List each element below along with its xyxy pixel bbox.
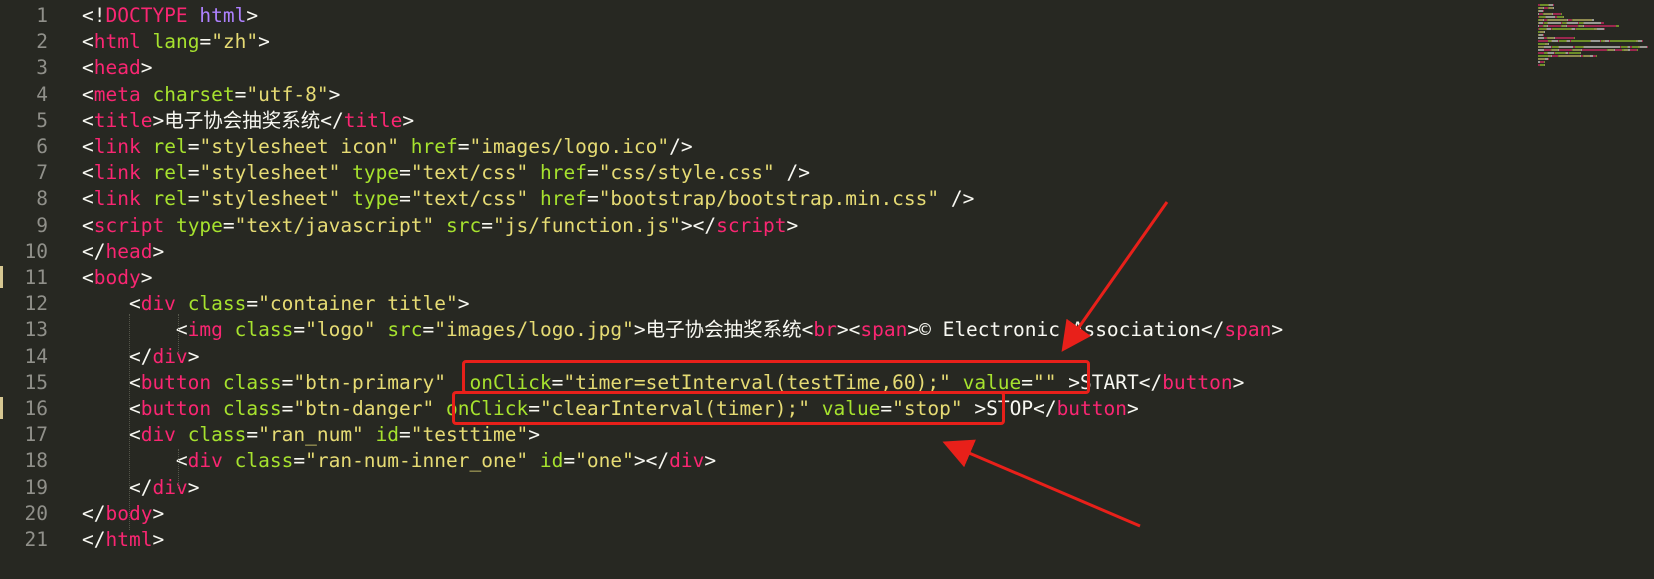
arrow-to-stop-onclick (942, 439, 1141, 528)
annotation-arrows (942, 201, 1169, 528)
arrow-to-start-value (1061, 201, 1169, 352)
code-editor[interactable]: 1 2 3 4 5 6 7 8 9 10 11 12 13 14 15 16 17 18 19 20 21 <!DOCT… (0, 0, 1654, 579)
